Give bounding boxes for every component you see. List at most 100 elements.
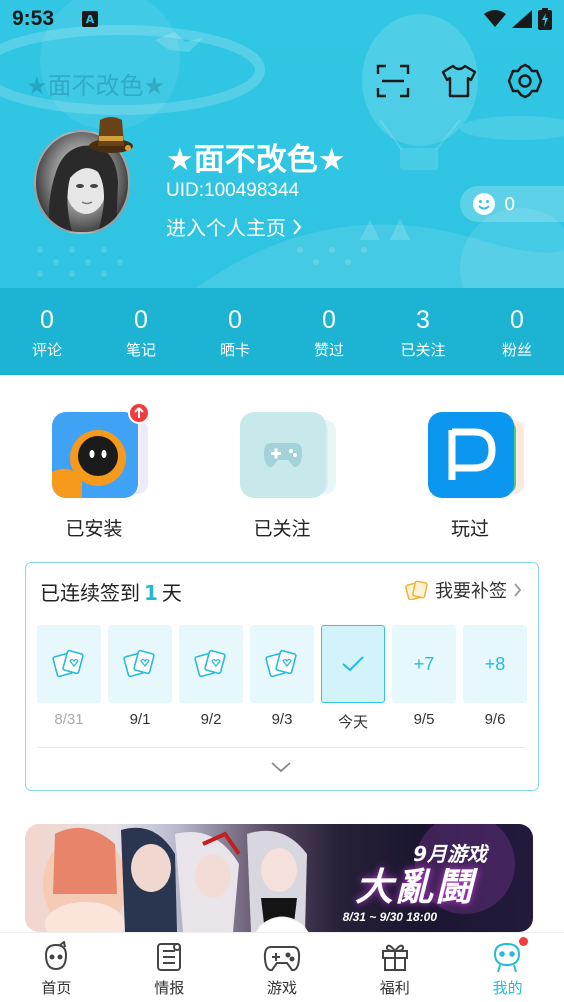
arrow-up-icon: [134, 407, 144, 418]
user-uid: UID:100498344: [166, 180, 300, 201]
day-label: 9/5: [413, 711, 435, 728]
stat-label: 评论: [31, 341, 62, 359]
stat-value: 0: [134, 306, 148, 334]
stat-label: 笔记: [125, 341, 156, 359]
stat-notes[interactable]: 0 笔记: [94, 305, 188, 360]
scan-icon: [376, 64, 410, 98]
nav-news[interactable]: 情报: [113, 933, 226, 1002]
enter-homepage-link[interactable]: 进入个人主页: [166, 212, 302, 241]
scan-button[interactable]: [374, 62, 412, 100]
day-reward-box: [250, 625, 314, 703]
stat-comments[interactable]: 0 评论: [0, 305, 94, 360]
stat-label: 已关注: [400, 341, 446, 359]
banner-date: 8/31 ~ 9/30 18:00: [342, 910, 437, 924]
home-mascot-icon: [45, 941, 68, 971]
top-hat-icon: [89, 117, 133, 153]
stat-cards[interactable]: 0 晒卡: [188, 305, 282, 360]
cards-icon: [194, 649, 226, 678]
chevron-right-icon: [293, 218, 302, 235]
dressup-button[interactable]: [440, 62, 478, 100]
day-reward-box: [108, 625, 172, 703]
pixiv-app-icon: [428, 412, 514, 498]
game-shortcuts: 已安装 已关注 玩过: [0, 402, 564, 541]
checkin-title-suffix: 天: [161, 581, 182, 605]
gamepad-icon: [263, 443, 303, 468]
day-label: 9/6: [484, 711, 506, 728]
day-reward-box[interactable]: [321, 625, 385, 703]
installed-games-button[interactable]: 已安装: [0, 402, 188, 541]
avatar-container[interactable]: [34, 117, 133, 236]
checkin-card: 已连续签到 1 天 我要补签 8/31 9/1 9/2 9/3 今天 +7 9/…: [25, 562, 539, 791]
checkin-day: 9/2: [179, 625, 243, 732]
played-games-button[interactable]: 玩过: [376, 408, 564, 541]
installed-app-icon: [52, 412, 138, 498]
stat-value: 3: [416, 306, 430, 334]
nav-label: 福利: [379, 979, 410, 997]
played-label: 玩过: [450, 518, 489, 540]
expand-checkin-button[interactable]: [270, 759, 292, 778]
stat-label: 晒卡: [219, 341, 250, 359]
stat-fans[interactable]: 0 粉丝: [470, 305, 564, 360]
checkin-days: 8/31 9/1 9/2 9/3 今天 +7 9/5 +8 9/6: [37, 625, 527, 732]
checkin-day: 8/31: [37, 625, 101, 732]
divider: [38, 747, 526, 748]
day-label: 9/3: [271, 711, 293, 728]
smile-icon: [473, 193, 495, 215]
checkin-title-prefix: 已连续签到: [40, 581, 140, 605]
followed-games-button[interactable]: 已关注: [188, 408, 376, 541]
gift-icon: [381, 944, 408, 971]
installed-label: 已安装: [65, 518, 123, 540]
cards-icon: [405, 580, 428, 600]
news-icon: [157, 943, 182, 971]
day-label: 9/1: [129, 711, 151, 728]
nav-label: 情报: [154, 979, 185, 997]
day-reward-box: +8: [463, 625, 527, 703]
profile-mascot-icon: [493, 942, 520, 973]
nav-welfare[interactable]: 福利: [338, 933, 451, 1002]
homepage-link-label: 进入个人主页: [166, 216, 286, 240]
stat-value: 0: [228, 306, 242, 334]
nav-home[interactable]: 首页: [0, 933, 113, 1002]
installed-card-stack: [38, 402, 150, 500]
profile-icon-wrap: [490, 937, 528, 973]
stat-following[interactable]: 3 已关注: [376, 305, 470, 360]
played-card-stack: [414, 408, 526, 500]
tshirt-icon: [441, 64, 477, 98]
nav-label: 首页: [41, 979, 72, 997]
stat-label: 赞过: [313, 341, 344, 359]
settings-button[interactable]: [506, 62, 544, 100]
faded-header-title: ★面不改色★: [26, 72, 166, 100]
cards-icon: [123, 649, 155, 678]
stat-likes[interactable]: 0 赞过: [282, 305, 376, 360]
day-label: 8/31: [54, 711, 84, 728]
stat-value: 0: [40, 306, 54, 334]
user-nickname: ★面不改色★: [166, 142, 346, 178]
checkin-day: +8 9/6: [463, 625, 527, 732]
day-reward-box: +7: [392, 625, 456, 703]
day-reward-box: [37, 625, 101, 703]
checkin-streak: 1: [144, 581, 158, 605]
day-label: 今天: [337, 714, 368, 731]
bottom-nav: 首页 情报 游戏 福利 我的: [0, 932, 564, 1002]
user-stats: 0 评论 0 笔记 0 晒卡 0 赞过 3 已关注 0 粉丝: [0, 305, 564, 360]
notification-dot: [518, 937, 528, 946]
checkin-day: 9/1: [108, 625, 172, 732]
smile-points-button[interactable]: 0: [460, 186, 564, 222]
gear-icon: [507, 63, 543, 99]
checkin-day: 9/3: [250, 625, 314, 732]
stat-label: 粉丝: [501, 341, 532, 359]
notification-a-icon: A: [82, 11, 99, 27]
nav-games[interactable]: 游戏: [226, 933, 339, 1002]
makeup-checkin-button[interactable]: 我要补签: [405, 577, 522, 603]
checkin-day-today[interactable]: 今天: [321, 625, 385, 732]
nav-mine[interactable]: 我的: [451, 933, 564, 1002]
stat-value: 0: [322, 306, 336, 334]
chevron-down-icon: [271, 762, 291, 773]
gamepad-icon: [263, 946, 301, 972]
header-actions: [374, 62, 544, 100]
status-time: 9:53: [12, 7, 55, 30]
followed-placeholder: [240, 412, 326, 498]
cards-icon: [265, 649, 297, 678]
smile-count: 0: [504, 193, 516, 215]
day-reward-box: [179, 625, 243, 703]
